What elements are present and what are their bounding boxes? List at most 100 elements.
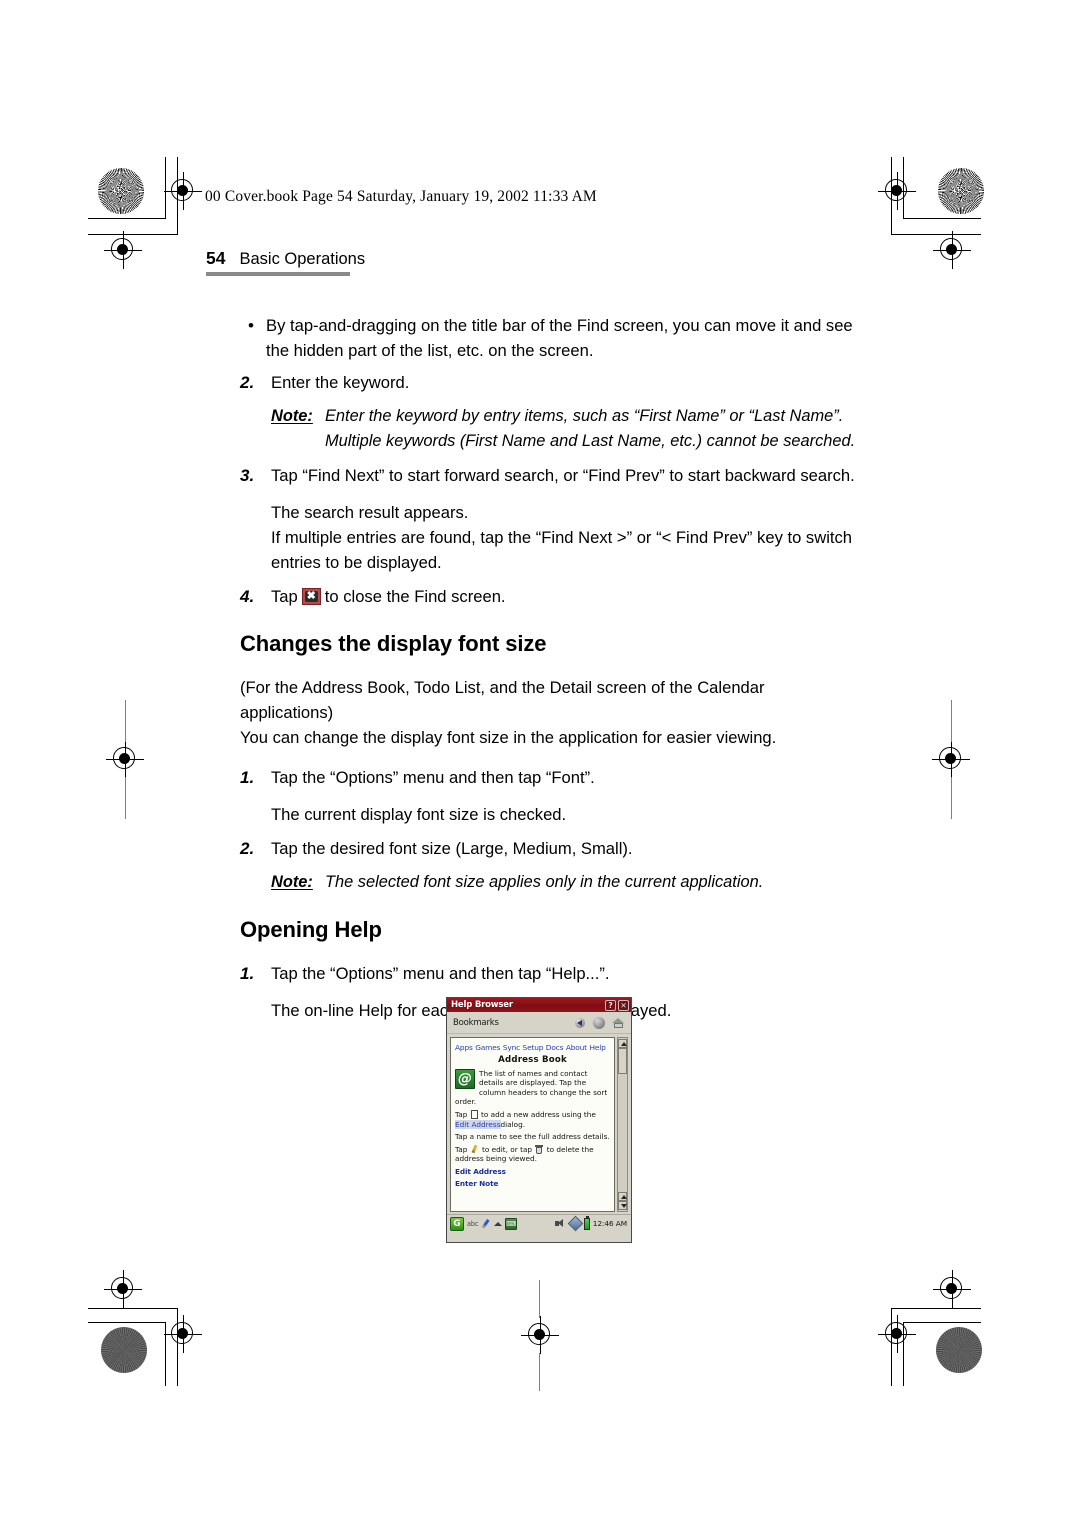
link-edit-address[interactable]: Edit Address (455, 1167, 610, 1176)
step-item-2: 2. Enter the keyword. (240, 370, 860, 395)
nav-link-docs[interactable]: Docs (546, 1043, 564, 1052)
nav-link-about[interactable]: About (566, 1043, 587, 1052)
rosette-mark-bottom-right (936, 1327, 982, 1373)
start-menu-icon[interactable]: G (450, 1216, 464, 1231)
stylus-pen-icon[interactable] (481, 1219, 491, 1229)
nav-link-setup[interactable]: Setup (523, 1043, 544, 1052)
para-4-middle: to edit, or tap (482, 1144, 533, 1154)
home-icon[interactable] (612, 1017, 625, 1029)
input-selector-triangle-icon[interactable] (494, 1221, 503, 1226)
forward-circle-icon[interactable] (593, 1016, 605, 1029)
help-paragraph-2: Tap to add a new address using the Edit … (455, 1110, 610, 1129)
header-rule (206, 272, 350, 276)
registration-target (521, 1316, 559, 1354)
help-document: Apps Games Sync Setup Docs About Help Address … (450, 1037, 615, 1212)
note-text: Enter the keyword by entry items, such a… (325, 407, 856, 450)
note-label: Note: (271, 873, 313, 891)
font-step-item-1: 1. Tap the “Options” menu and then tap “… (240, 765, 860, 790)
font-intro-2: You can change the display font size in … (240, 728, 777, 747)
delete-trash-icon (535, 1145, 544, 1154)
nav-link-sync[interactable]: Sync (503, 1043, 520, 1052)
link-enter-note[interactable]: Enter Note (455, 1179, 610, 1188)
gem-indicator-icon[interactable] (567, 1215, 583, 1232)
step-number: 1. (240, 768, 255, 787)
step-4-text-before: Tap (271, 587, 298, 606)
vertical-scrollbar[interactable] (617, 1037, 628, 1212)
crop-line (951, 700, 953, 742)
step-text: Tap the “Options” menu and then tap “Hel… (271, 964, 610, 983)
step-text: Enter the keyword. (271, 373, 410, 392)
crop-line (125, 700, 127, 742)
pda-toolbar: Bookmarks (447, 1012, 631, 1034)
para-2-after: dialog. (500, 1119, 526, 1129)
crop-line (125, 777, 127, 819)
step-text: Tap “Find Next” to start forward search,… (271, 466, 855, 485)
pda-content-area: Apps Games Sync Setup Docs About Help Address … (447, 1034, 631, 1214)
registration-target (878, 1315, 916, 1353)
registration-target (933, 1270, 971, 1308)
abc-input-label[interactable]: abc (467, 1220, 478, 1228)
step-4-text-after: to close the Find screen. (324, 587, 506, 606)
crop-line (88, 1308, 178, 1310)
crop-line (539, 1353, 541, 1391)
close-icon[interactable]: ✕ (618, 999, 629, 1011)
registration-target (164, 1315, 202, 1353)
scroll-up-icon[interactable] (618, 1039, 627, 1048)
scroll-down-icon[interactable] (618, 1201, 627, 1210)
crop-line (539, 1280, 541, 1318)
close-icon-glyph: ✖ (306, 590, 316, 602)
note-text: The selected font size applies only in t… (325, 873, 764, 891)
heading-changes-font-size: Changes the display font size (240, 631, 547, 656)
step-item-3: 3. Tap “Find Next” to start forward sear… (240, 463, 860, 488)
battery-icon[interactable] (583, 1216, 590, 1230)
step-text: Tap ✖ to close the Find screen. (271, 584, 860, 609)
scroll-up-icon[interactable] (618, 1192, 627, 1201)
step-number: 4. (240, 587, 255, 606)
step-text: Tap the “Options” menu and then tap “Fon… (271, 768, 595, 787)
new-document-icon (470, 1110, 478, 1120)
registration-target (933, 231, 971, 269)
speaker-volume-icon[interactable] (554, 1218, 567, 1229)
bullet-marker: • (248, 316, 254, 335)
rosette-mark-top-left (98, 168, 144, 214)
close-icon: ✖ (301, 588, 321, 605)
edit-address-link[interactable]: Edit Address (455, 1119, 501, 1129)
nav-link-games[interactable]: Games (475, 1043, 500, 1052)
crop-line (891, 1308, 981, 1310)
bullet-text: By tap-and-dragging on the title bar of … (266, 316, 853, 360)
para-4-before: Tap (455, 1144, 468, 1154)
font-step-item-2: 2. Tap the desired font size (Large, Med… (240, 836, 860, 861)
help-button[interactable]: ? (605, 999, 616, 1011)
page-content: • By tap-and-dragging on the title bar o… (240, 313, 860, 1023)
help-page-heading: Address Book (498, 1055, 567, 1066)
page-header: 54 Basic Operations (206, 248, 365, 269)
nav-link-help[interactable]: Help (589, 1043, 605, 1052)
step-number: 2. (240, 839, 255, 858)
clock-time[interactable]: 12:46 AM (593, 1219, 628, 1228)
step-text: Tap the desired font size (Large, Medium… (271, 839, 633, 858)
pda-status-bar: G abc ⌨ 12:46 AM (447, 1214, 631, 1232)
font-intro-1: (For the Address Book, Todo List, and th… (240, 678, 765, 722)
step-item-4: 4. Tap ✖ to close the Find screen. (240, 584, 860, 609)
toolbar-icon-group (574, 1016, 625, 1029)
nav-link-apps[interactable]: Apps (455, 1043, 473, 1052)
file-header-stamp: 00 Cover.book Page 54 Saturday, January … (205, 188, 597, 205)
registration-target (932, 740, 970, 778)
bookmarks-menu[interactable]: Bookmarks (453, 1018, 574, 1028)
section-name: Basic Operations (239, 250, 366, 268)
keyboard-icon[interactable]: ⌨ (505, 1217, 518, 1230)
help-nav-links: Apps Games Sync Setup Docs About Help (455, 1043, 610, 1052)
registration-target (164, 172, 202, 210)
scrollbar-thumb[interactable] (618, 1048, 627, 1074)
registration-target (878, 172, 916, 210)
back-arrow-icon[interactable] (574, 1017, 586, 1029)
registration-target (104, 1270, 142, 1308)
crop-line (951, 777, 953, 819)
heading-opening-help: Opening Help (240, 917, 382, 942)
step-number: 1. (240, 964, 255, 983)
help-paragraph-1: The list of names and contact details ar… (455, 1068, 608, 1107)
step-number: 2. (240, 373, 255, 392)
note-block: Note: Enter the keyword by entry items, … (271, 404, 860, 454)
pda-window-title: Help Browser (451, 1000, 513, 1010)
font-step-1-result: The current display font size is checked… (271, 805, 567, 824)
